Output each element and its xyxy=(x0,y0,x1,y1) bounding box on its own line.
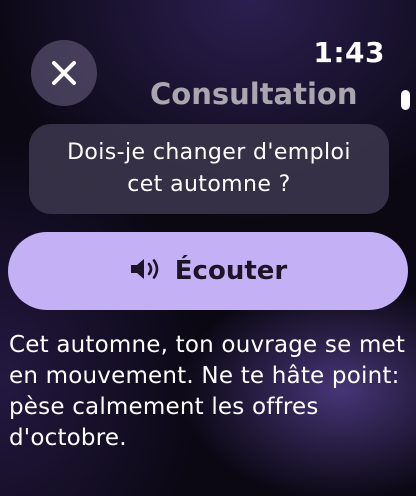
status-time: 1:43 xyxy=(313,36,385,69)
close-icon xyxy=(51,60,77,86)
page-title: Consultation Fe xyxy=(150,77,366,111)
answer-text: Cet automne, ton ouvrage se met en mouve… xyxy=(9,332,406,451)
close-button[interactable] xyxy=(31,40,97,106)
question-text: Dois-je changer d'emploi cet automne ? xyxy=(67,140,351,197)
speaker-wave-icon xyxy=(129,256,163,286)
page-title-container: Consultation Fe xyxy=(150,74,366,114)
scroll-indicator[interactable] xyxy=(401,90,410,110)
listen-button[interactable]: Écouter xyxy=(8,232,408,310)
listen-button-label: Écouter xyxy=(174,256,288,286)
question-card: Dois-je changer d'emploi cet automne ? xyxy=(29,124,389,214)
